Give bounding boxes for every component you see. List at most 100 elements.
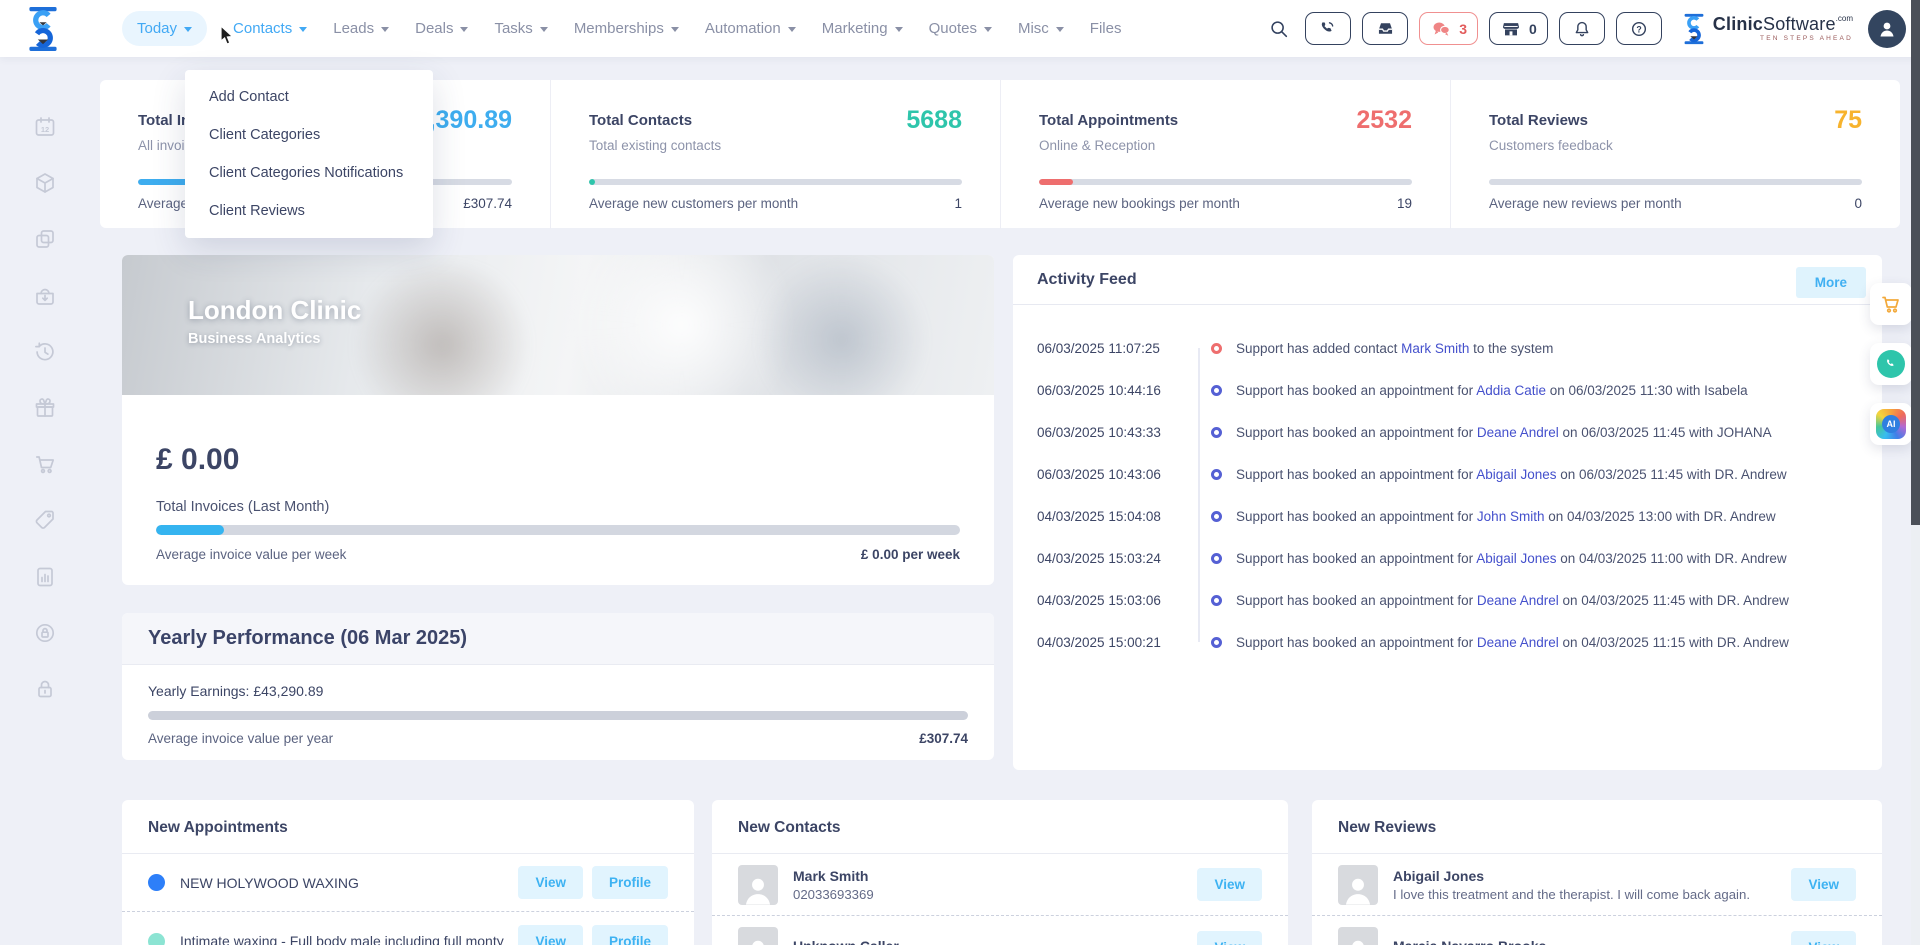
- copy-icon[interactable]: [33, 227, 57, 251]
- review-row: Marcia Navarro Brooks View: [1312, 916, 1882, 945]
- clinic-name: London Clinic: [188, 295, 361, 326]
- package-icon[interactable]: [33, 171, 57, 195]
- more-button[interactable]: More: [1796, 267, 1866, 298]
- chevron-down-icon: [460, 27, 468, 36]
- hourglass-logo-icon: [1681, 12, 1707, 46]
- contact-phone: 02033693369: [793, 887, 1188, 902]
- dropdown-item-client-categories-notifications[interactable]: Client Categories Notifications: [185, 154, 433, 192]
- feed-entry: 06/03/2025 10:43:06 Support has booked a…: [1037, 453, 1858, 495]
- contact-link[interactable]: Deane Andrel: [1477, 635, 1559, 650]
- nav-item-misc[interactable]: Misc: [1018, 20, 1064, 37]
- status-dot: [148, 933, 165, 945]
- feed-entry: 04/03/2025 15:00:21 Support has booked a…: [1037, 621, 1858, 663]
- person-icon: [1875, 17, 1899, 41]
- person-icon: [741, 935, 775, 945]
- clinicsoftware-dashboard: Today Contacts Leads Deals Tasks Members…: [0, 0, 1920, 945]
- contact-row: Mark Smith 02033693369 View: [712, 854, 1288, 916]
- appointment-row: NEW HOLYWOOD WAXING View Profile: [122, 854, 694, 912]
- yearly-earnings: Yearly Earnings: £43,290.89: [148, 683, 968, 699]
- nav-item-marketing[interactable]: Marketing: [822, 20, 903, 37]
- view-button[interactable]: View: [1197, 868, 1262, 901]
- new-contacts-card: New Contacts Mark Smith 02033693369 View…: [712, 800, 1288, 945]
- timeline-dot: [1211, 385, 1222, 396]
- dropdown-item-client-categories[interactable]: Client Categories: [185, 116, 433, 154]
- invoices-label: Total Invoices (Last Month): [156, 499, 960, 515]
- help-button[interactable]: ?: [1616, 12, 1662, 45]
- view-button[interactable]: View: [1197, 931, 1262, 945]
- stat-value: 2532: [1356, 106, 1412, 135]
- timeline-dot: [1211, 343, 1222, 354]
- main-menu: Today Contacts Leads Deals Tasks Members…: [122, 0, 1121, 57]
- user-avatar[interactable]: [1868, 10, 1906, 48]
- profile-button[interactable]: Profile: [592, 866, 668, 899]
- chevron-down-icon: [184, 27, 192, 36]
- nav-item-quotes[interactable]: Quotes: [929, 20, 992, 37]
- floating-phone-button[interactable]: [1870, 343, 1912, 385]
- nav-item-leads[interactable]: Leads: [333, 20, 389, 37]
- stat-card-total-reviews: Total Reviews Customers feedback 75 Aver…: [1450, 80, 1900, 229]
- cart-icon[interactable]: [33, 452, 57, 476]
- contact-link[interactable]: Deane Andrel: [1477, 425, 1559, 440]
- help-icon: ?: [1629, 19, 1649, 39]
- phone-icon: [1318, 19, 1338, 39]
- chevron-down-icon: [788, 27, 796, 36]
- dropdown-item-client-reviews[interactable]: Client Reviews: [185, 192, 433, 230]
- nav-item-contacts[interactable]: Contacts: [233, 20, 307, 37]
- contact-link[interactable]: Mark Smith: [1401, 341, 1469, 356]
- floating-cart-button[interactable]: [1870, 283, 1912, 325]
- stat-value: 75: [1834, 106, 1862, 135]
- left-icon-rail: 12: [0, 57, 90, 945]
- appointment-row: Intimate waxing - Full body male includi…: [122, 912, 694, 945]
- privacy-icon[interactable]: [33, 621, 57, 645]
- timeline-dot: [1211, 595, 1222, 606]
- nav-item-memberships[interactable]: Memberships: [574, 20, 679, 37]
- view-button[interactable]: View: [518, 866, 583, 899]
- progress-bar: [589, 179, 962, 185]
- inbox-button[interactable]: [1362, 12, 1408, 45]
- gift-icon[interactable]: [33, 396, 57, 420]
- nav-item-today[interactable]: Today: [122, 11, 207, 46]
- activity-feed-list: 06/03/2025 11:07:25 Support has added co…: [1013, 305, 1882, 663]
- contact-link[interactable]: Abigail Jones: [1476, 551, 1556, 566]
- view-button[interactable]: View: [1791, 868, 1856, 901]
- order-in-icon[interactable]: [33, 284, 57, 308]
- contact-link[interactable]: Addia Catie: [1476, 383, 1546, 398]
- clinicsoftware-logo[interactable]: ClinicSoftware.com TEN STEPS AHEAD: [1681, 12, 1853, 46]
- report-icon[interactable]: [33, 565, 57, 589]
- app-logo-icon[interactable]: [24, 6, 62, 57]
- nav-item-tasks[interactable]: Tasks: [494, 20, 547, 37]
- tag-icon[interactable]: [33, 508, 57, 532]
- stat-card-total-appointments: Total Appointments Online & Reception 25…: [1000, 80, 1450, 229]
- dropdown-item-add-contact[interactable]: Add Contact: [185, 78, 433, 116]
- phone-button[interactable]: [1305, 12, 1351, 45]
- avatar: [1338, 927, 1378, 945]
- scrollbar[interactable]: [1911, 0, 1920, 945]
- svg-text:?: ?: [1636, 24, 1641, 34]
- calendar-icon[interactable]: 12: [33, 115, 57, 139]
- nav-item-automation[interactable]: Automation: [705, 20, 796, 37]
- new-reviews-card: New Reviews Abigail Jones I love this tr…: [1312, 800, 1882, 945]
- view-button[interactable]: View: [1791, 931, 1856, 945]
- search-icon[interactable]: [1268, 18, 1290, 40]
- notifications-button[interactable]: [1559, 12, 1605, 45]
- contact-link[interactable]: Abigail Jones: [1476, 467, 1556, 482]
- business-analytics-card: London Clinic Business Analytics £ 0.00 …: [122, 255, 994, 585]
- store-icon: [1500, 19, 1522, 39]
- floating-ai-button[interactable]: AI: [1870, 403, 1912, 445]
- lock-icon[interactable]: [33, 677, 57, 701]
- activity-feed-title: Activity Feed: [1013, 255, 1882, 305]
- contact-link[interactable]: Deane Andrel: [1477, 593, 1559, 608]
- nav-item-deals[interactable]: Deals: [415, 20, 468, 37]
- scrollbar-thumb[interactable]: [1911, 0, 1920, 525]
- contact-link[interactable]: John Smith: [1477, 509, 1545, 524]
- chat-button[interactable]: 3: [1419, 12, 1478, 45]
- nav-item-files[interactable]: Files: [1090, 20, 1122, 37]
- person-icon: [741, 873, 775, 905]
- history-icon[interactable]: [33, 340, 57, 364]
- view-button[interactable]: View: [518, 925, 583, 945]
- status-dot: [148, 874, 165, 891]
- store-button[interactable]: 0: [1489, 12, 1548, 45]
- chevron-down-icon: [299, 27, 307, 36]
- feed-entry: 06/03/2025 11:07:25 Support has added co…: [1037, 327, 1858, 369]
- profile-button[interactable]: Profile: [592, 925, 668, 945]
